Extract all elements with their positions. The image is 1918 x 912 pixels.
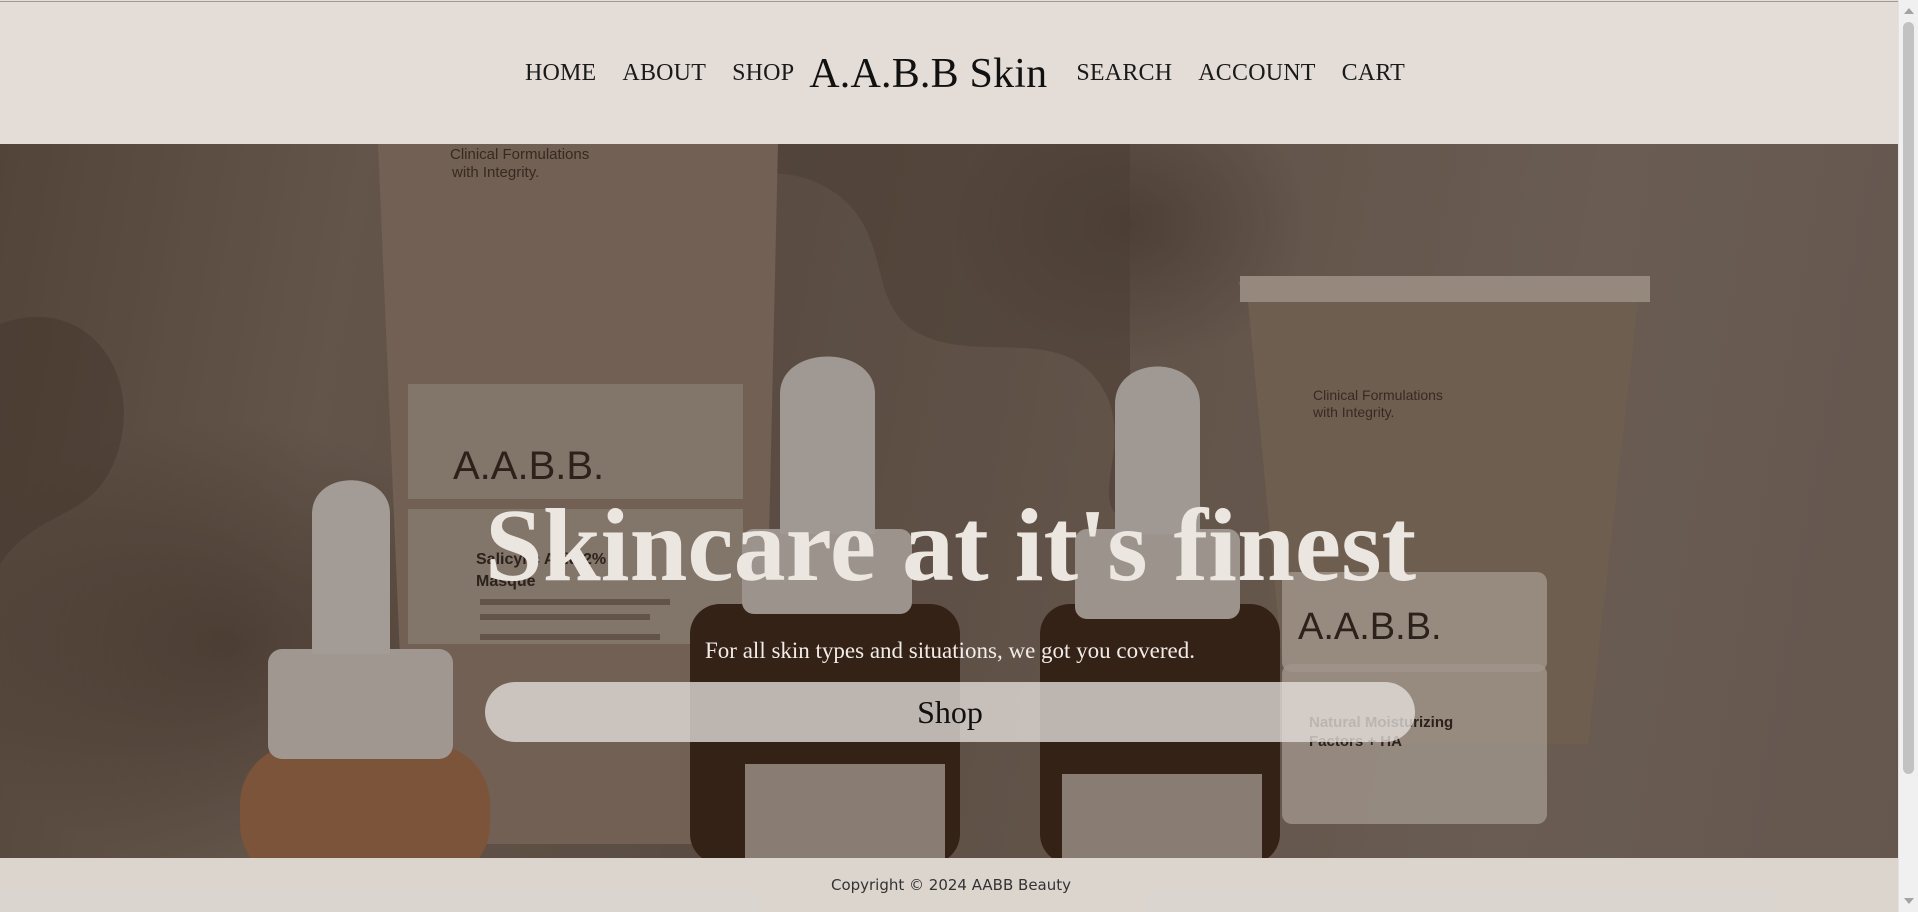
nav-home-link[interactable]: HOME [525, 60, 596, 87]
nav-about-link[interactable]: ABOUT [622, 60, 706, 87]
nav-account-link[interactable]: ACCOUNT [1198, 60, 1315, 87]
page: HOME ABOUT SHOP A.A.B.B Skin SEARCH ACCO… [0, 0, 1898, 912]
scroll-down-arrow-icon[interactable] [1904, 898, 1914, 904]
hero-content: Skincare at it's finest For all skin typ… [485, 488, 1417, 742]
shop-button[interactable]: Shop [485, 682, 1415, 742]
hero-title: Skincare at it's finest [485, 488, 1417, 603]
nav-search-link[interactable]: SEARCH [1076, 60, 1172, 87]
brand-logo[interactable]: A.A.B.B Skin [809, 50, 1047, 98]
hero-subtitle: For all skin types and situations, we go… [705, 638, 1195, 663]
main-nav: HOME ABOUT SHOP A.A.B.B Skin SEARCH ACCO… [0, 2, 1898, 145]
scroll-up-arrow-icon[interactable] [1904, 8, 1914, 14]
vertical-scrollbar[interactable] [1898, 0, 1918, 912]
nav-shop-link[interactable]: SHOP [732, 60, 794, 87]
hero-banner: Clinical Formulations with Integrity. A.… [0, 144, 1898, 858]
site-footer: Copyright © 2024 AABB Beauty [0, 858, 1898, 912]
nav-cart-link[interactable]: CART [1342, 60, 1405, 87]
copyright-text: Copyright © 2024 AABB Beauty [830, 876, 1072, 894]
site-header: HOME ABOUT SHOP A.A.B.B Skin SEARCH ACCO… [0, 1, 1898, 144]
scrollbar-thumb[interactable] [1903, 22, 1914, 774]
